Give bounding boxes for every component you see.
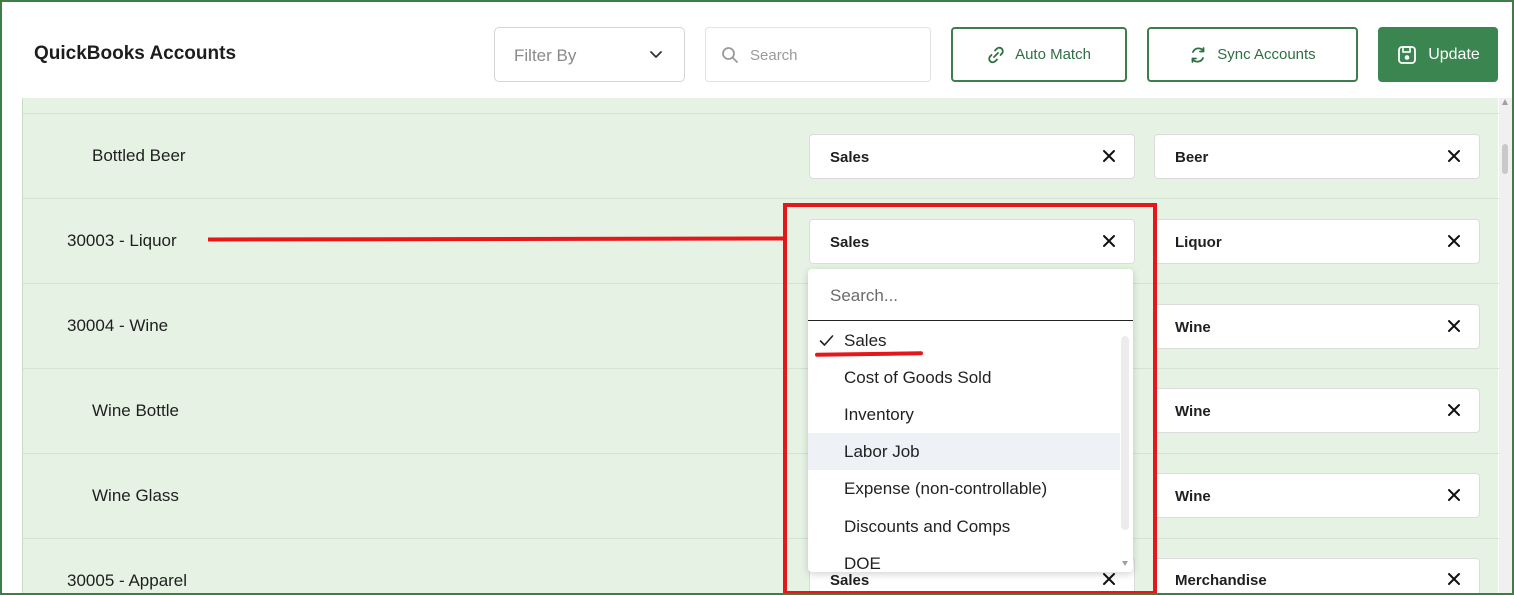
filter-by-label: Filter By	[514, 46, 577, 65]
category-value: Wine	[1175, 488, 1211, 505]
category-value: Wine	[1175, 319, 1211, 336]
link-icon	[988, 46, 1004, 63]
sync-accounts-label: Sync Accounts	[1217, 46, 1316, 63]
auto-match-button[interactable]: Auto Match	[951, 27, 1127, 82]
category-select[interactable]: Beer	[1154, 134, 1480, 179]
close-icon[interactable]	[1447, 234, 1461, 248]
close-icon[interactable]	[1447, 488, 1461, 502]
category-value: Wine	[1175, 403, 1211, 420]
table-row: 30004 - Wine Wine	[23, 283, 1499, 368]
category-select[interactable]: Merchandise	[1154, 558, 1480, 593]
close-icon[interactable]	[1447, 149, 1461, 163]
category-value: Merchandise	[1175, 572, 1267, 589]
header: QuickBooks Accounts Filter By Auto Match…	[2, 2, 1512, 98]
category-value: Liquor	[1175, 234, 1222, 251]
app-frame: QuickBooks Accounts Filter By Auto Match…	[0, 0, 1514, 595]
table-row: 30005 - Apparel Sales Merchandise	[23, 538, 1499, 593]
category-select[interactable]: Liquor	[1154, 219, 1480, 264]
table-row: Wine Glass Wine	[23, 453, 1499, 538]
close-icon[interactable]	[1447, 572, 1461, 586]
search-icon	[722, 47, 738, 63]
account-name: 30005 - Apparel	[67, 571, 188, 590]
table-row: Wine Bottle Wine	[23, 368, 1499, 453]
category-select[interactable]: Wine	[1154, 304, 1480, 349]
category-value: Beer	[1175, 149, 1209, 166]
close-icon[interactable]	[1102, 149, 1116, 163]
page-title: QuickBooks Accounts	[34, 43, 237, 64]
annotation-highlight-box	[783, 203, 1157, 593]
search-input[interactable]	[750, 42, 920, 68]
auto-match-label: Auto Match	[1015, 46, 1091, 63]
update-label: Update	[1428, 45, 1480, 63]
page-scrollbar-thumb[interactable]	[1502, 144, 1508, 174]
account-type-select[interactable]: Sales	[809, 134, 1135, 179]
account-name: 30004 - Wine	[67, 316, 169, 335]
table-row: Bottled Beer Sales Beer	[23, 113, 1499, 198]
search-box[interactable]	[705, 27, 931, 82]
close-icon[interactable]	[1447, 319, 1461, 333]
account-name: Bottled Beer	[92, 146, 186, 165]
account-type-value: Sales	[830, 149, 870, 166]
scroll-up-arrow-icon[interactable]	[1502, 99, 1508, 105]
sync-icon	[1191, 46, 1205, 63]
close-icon[interactable]	[1447, 403, 1461, 417]
sync-accounts-button[interactable]: Sync Accounts	[1147, 27, 1358, 82]
filter-by-select[interactable]: Filter By	[494, 27, 685, 82]
chevron-down-icon	[650, 51, 662, 58]
update-button[interactable]: Update	[1378, 27, 1498, 82]
category-select[interactable]: Wine	[1154, 388, 1480, 433]
account-name: 30003 - Liquor	[67, 231, 177, 250]
category-select[interactable]: Wine	[1154, 473, 1480, 518]
account-name: Wine Glass	[92, 486, 179, 505]
accounts-table: Bottled Beer Sales Beer 30003 - Liquor S…	[22, 98, 1499, 593]
save-icon	[1398, 45, 1417, 64]
account-name: Wine Bottle	[92, 401, 179, 420]
